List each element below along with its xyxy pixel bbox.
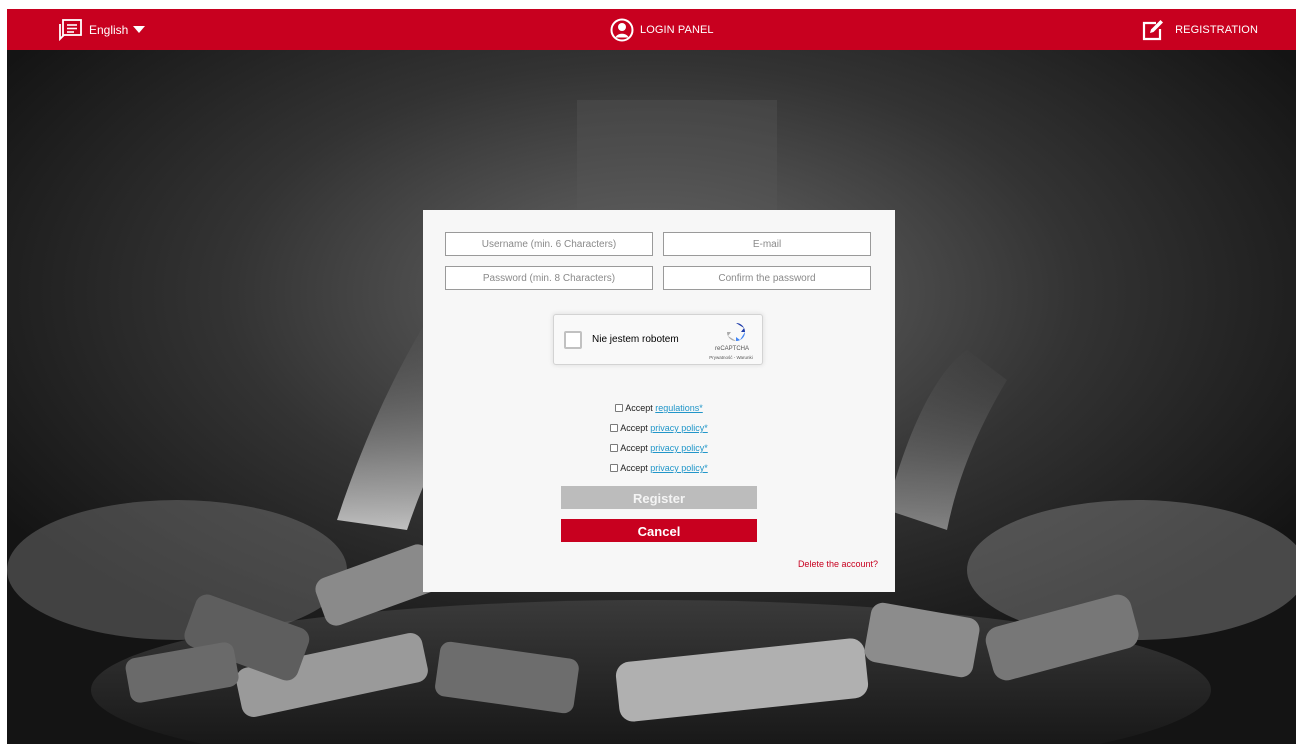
chevron-down-icon [133, 26, 146, 33]
registration-link[interactable]: REGISTRATION [1141, 9, 1258, 50]
accept-privacy-policy-checkbox[interactable] [610, 464, 619, 472]
edit-icon [1143, 19, 1164, 40]
confirm-password-input[interactable] [663, 266, 871, 290]
recaptcha-brand: reCAPTCHA [714, 346, 749, 352]
user-circle-icon [610, 18, 634, 41]
accept-privacy-policy-checkbox[interactable] [610, 424, 619, 432]
accept-prefix: Accept [620, 443, 648, 453]
accept-privacy-policy-row: Accept privacy policy* [423, 443, 895, 453]
email-input[interactable] [663, 232, 871, 256]
login-panel-label: LOGIN PANEL [640, 23, 714, 36]
registration-label: REGISTRATION [1175, 23, 1258, 36]
privacy-policy-link[interactable]: privacy policy* [650, 463, 708, 473]
accept-regulations-row: Accept regulations* [423, 403, 895, 413]
recaptcha-logo-icon [727, 323, 745, 341]
accept-prefix: Accept [620, 423, 648, 433]
language-selector[interactable]: English [59, 9, 146, 50]
login-panel-link[interactable]: LOGIN PANEL [610, 9, 714, 50]
registration-form-card: Nie jestem robotem reCAPTCHA Prywatność … [423, 210, 895, 592]
accept-privacy-policy-checkbox[interactable] [610, 444, 619, 452]
privacy-policy-link[interactable]: privacy policy* [650, 443, 708, 453]
top-navigation-bar: English LOGIN PANEL REGISTRATION [7, 9, 1296, 50]
language-label: English [89, 22, 129, 37]
accept-privacy-policy-row: Accept privacy policy* [423, 423, 895, 433]
cancel-button[interactable]: Cancel [561, 519, 757, 542]
privacy-policy-link[interactable]: privacy policy* [650, 423, 708, 433]
app-frame: English LOGIN PANEL REGISTRATION Usernam… [7, 9, 1296, 744]
accept-regulations-checkbox[interactable] [615, 404, 624, 412]
regulations-link[interactable]: regulations* [655, 403, 703, 413]
accept-prefix: Accept [620, 463, 648, 473]
delete-account-link[interactable]: Delete the account? [798, 559, 878, 569]
accept-privacy-policy-row: Accept privacy policy* [423, 463, 895, 473]
recaptcha-label: Nie jestem robotem [592, 334, 679, 345]
chat-list-icon [59, 18, 82, 41]
recaptcha-privacy-terms-links[interactable]: Prywatność - Warunki [700, 355, 762, 360]
register-button[interactable]: Register [561, 486, 757, 509]
username-input[interactable] [445, 232, 653, 256]
recaptcha-widget: Nie jestem robotem reCAPTCHA Prywatność … [553, 314, 763, 365]
recaptcha-checkbox[interactable] [564, 331, 582, 349]
accept-prefix: Accept [625, 403, 653, 413]
password-input[interactable] [445, 266, 653, 290]
